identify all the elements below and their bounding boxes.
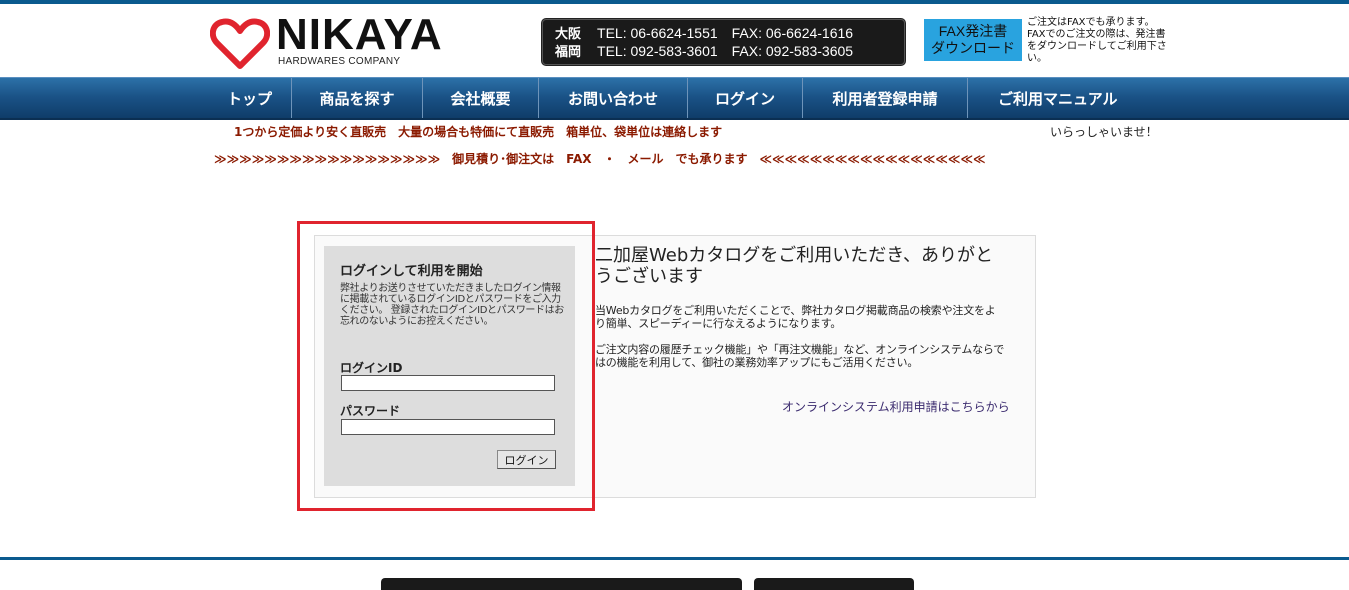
top-stripe — [0, 0, 1349, 4]
nav-contact[interactable]: お問い合わせ — [539, 78, 688, 120]
welcome-user-text: いらっしゃいませ！ — [1050, 125, 1158, 139]
order-marquee: ≫≫≫≫≫≫≫≫≫≫≫≫≫≫≫≫≫≫ 御見積り･御注文は FAX ・ メール で… — [214, 152, 986, 166]
contact-city: 大阪 — [555, 26, 582, 41]
footer-line — [0, 557, 1349, 560]
nav-bottom-line — [0, 118, 1349, 120]
login-title: ログインして利用を開始 — [340, 264, 483, 279]
main-nav: トップ 商品を探す 会社概要 お問い合わせ ログイン 利用者登録申請 ご利用マニ… — [0, 77, 1349, 120]
login-id-input[interactable] — [341, 375, 555, 391]
contact-info-box: 大阪 TEL: 06-6624-1551 FAX: 06-6624-1616 福岡 T… — [542, 19, 905, 65]
contact-row-osaka: 大阪 TEL: 06-6624-1551 FAX: 06-6624-1616 — [555, 23, 853, 43]
contact-fax: FAX: 092-583-3605 — [731, 43, 854, 59]
nav-registration[interactable]: 利用者登録申請 — [803, 78, 968, 120]
nav-top[interactable]: トップ — [208, 78, 292, 120]
footer-button[interactable] — [754, 578, 914, 590]
login-description: 弊社よりお送りさせていただきましたログイン情報に掲載されているログインIDとパス… — [340, 283, 564, 327]
login-box: ログインして利用を開始 弊社よりお送りさせていただきましたログイン情報に掲載され… — [324, 246, 575, 486]
contact-tel: TEL: 092-583-3601 — [597, 43, 718, 59]
welcome-paragraph-1: 当Webカタログをご利用いただくことで、弊社カタログ掲載商品の検索や注文をより簡… — [595, 304, 996, 330]
fax-order-download-button[interactable]: FAX発注書 ダウンロード — [924, 19, 1022, 61]
logo-name: NIKAYA — [276, 10, 443, 59]
fax-note: ご注文はFAXでも承ります。FAXでのご注文の際は、発注書をダウンロードしてご利… — [1027, 17, 1167, 64]
nav-login[interactable]: ログイン — [688, 78, 803, 120]
company-logo[interactable]: NIKAYA HARDWARES COMPANY — [210, 10, 470, 70]
login-button[interactable]: ログイン — [497, 450, 556, 469]
contact-city: 福岡 — [555, 44, 582, 59]
contact-fax: FAX: 06-6624-1616 — [731, 25, 854, 41]
welcome-paragraph-2: ご注文内容の履歴チェック機能」や「再注文機能」など、オンラインシステムならではの… — [595, 343, 1005, 369]
password-input[interactable] — [341, 419, 555, 435]
nav-search-products[interactable]: 商品を探す — [292, 78, 423, 120]
heart-logo-icon — [210, 18, 270, 69]
online-system-apply-link[interactable]: オンラインシステム利用申請はこちらから — [782, 398, 1010, 415]
logo-subtitle: HARDWARES COMPANY — [278, 56, 401, 67]
welcome-title: 二加屋Webカタログをご利用いただき、ありがとうございます — [595, 245, 993, 287]
fax-button-line2: ダウンロード — [931, 40, 1015, 56]
nav-manual[interactable]: ご利用マニュアル — [968, 78, 1278, 120]
login-id-label: ログインID — [340, 361, 403, 375]
nav-company[interactable]: 会社概要 — [423, 78, 539, 120]
footer-contact-box — [381, 578, 742, 590]
nav-items: トップ 商品を探す 会社概要 お問い合わせ ログイン 利用者登録申請 ご利用マニ… — [208, 78, 1278, 120]
contact-tel: TEL: 06-6624-1551 — [597, 25, 718, 41]
sales-notice: 1つから定価より安く直販売 大量の場合も特価にて直販売 箱単位、袋単位は連絡しま… — [234, 125, 723, 139]
contact-row-fukuoka: 福岡 TEL: 092-583-3601 FAX: 092-583-3605 — [555, 41, 853, 61]
password-label: パスワード — [340, 404, 401, 418]
fax-button-line1: FAX発注書 — [938, 23, 1008, 39]
